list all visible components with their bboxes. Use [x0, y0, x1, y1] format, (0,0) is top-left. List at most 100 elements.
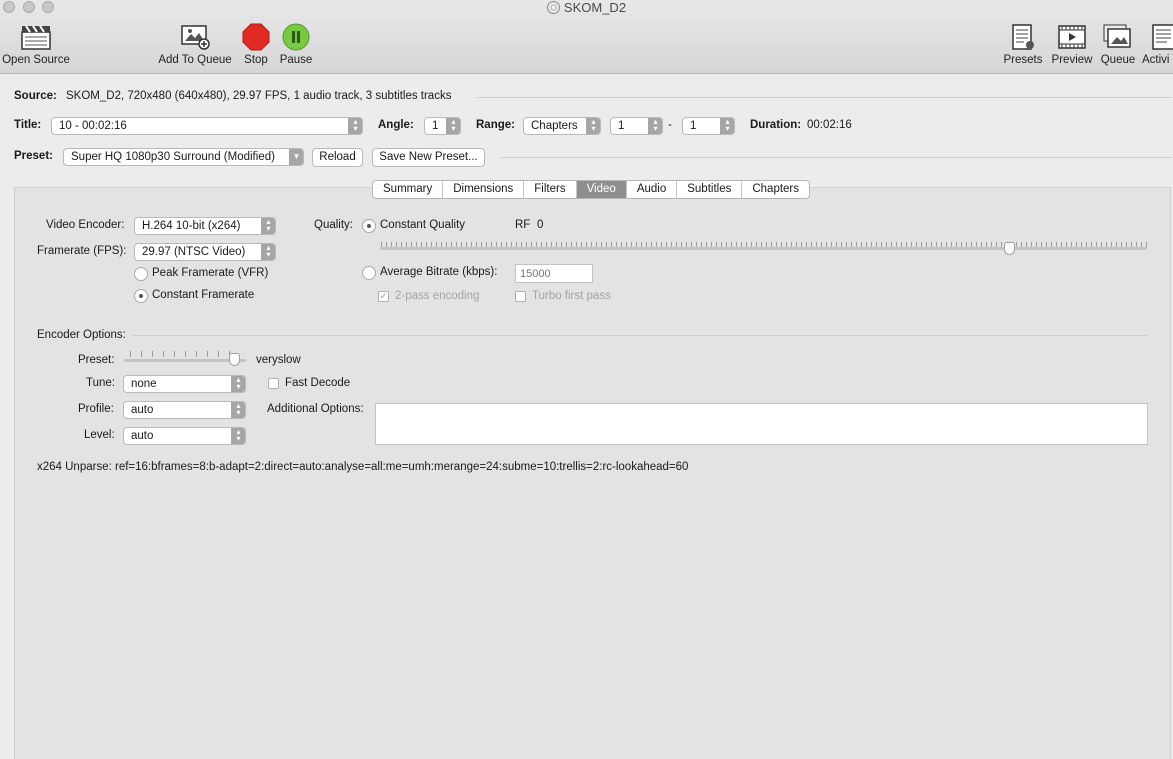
video-encoder-select[interactable]: H.264 10-bit (x264) ▴ ▾: [134, 217, 276, 235]
encoder-preset-slider-thumb[interactable]: [228, 353, 240, 366]
disc-icon: [546, 1, 560, 14]
title-select[interactable]: 10 - 00:02:16 ▴ ▾: [51, 117, 363, 135]
constant-quality-label: Constant Quality: [380, 219, 466, 231]
fast-decode-label: Fast Decode: [285, 377, 351, 389]
framerate-label: Framerate (FPS):: [37, 245, 127, 257]
open-source-label: Open Source: [2, 54, 70, 66]
range-label: Range:: [476, 119, 515, 131]
range-end-value: 1: [690, 120, 697, 132]
tune-select[interactable]: none ▴ ▾: [123, 375, 246, 393]
duration-label: Duration:: [750, 119, 802, 131]
stop-label: Stop: [244, 54, 268, 66]
quality-slider[interactable]: [380, 247, 1147, 250]
range-start-value: 1: [618, 120, 625, 132]
turbo-first-pass-label: Turbo first pass: [532, 290, 611, 302]
queue-label: Queue: [1100, 54, 1136, 66]
x264-unparse-text: x264 Unparse: ref=16:bframes=8:b-adapt=2…: [37, 461, 689, 473]
tab-bar: Summary Dimensions Filters Video Audio S…: [372, 180, 811, 199]
peak-framerate-radio[interactable]: [134, 267, 148, 281]
encoder-preset-value: veryslow: [256, 354, 301, 366]
chevron-down-icon: ▾: [289, 149, 303, 165]
stepper-arrows-icon: ▴ ▾: [446, 118, 460, 134]
queue-button[interactable]: Queue: [1098, 22, 1138, 66]
window-title-text: SKOM_D2: [563, 0, 627, 15]
open-source-button[interactable]: Open Source: [2, 22, 70, 66]
constant-quality-radio[interactable]: [362, 219, 376, 233]
presets-button[interactable]: Presets: [1002, 22, 1044, 66]
activity-icon: [1152, 24, 1173, 50]
quality-slider-thumb[interactable]: [1003, 242, 1015, 255]
profile-select-value: auto: [131, 404, 154, 416]
stop-icon: [242, 23, 270, 51]
angle-label: Angle:: [378, 119, 414, 131]
profile-label: Profile:: [78, 403, 114, 415]
stepper-arrows-icon: ▴ ▾: [648, 118, 662, 134]
framerate-select[interactable]: 29.97 (NTSC Video) ▴ ▾: [134, 243, 276, 261]
range-type-select[interactable]: Chapters ▴ ▾: [523, 117, 601, 135]
stepper-arrows-icon: ▴ ▾: [261, 218, 275, 234]
clapperboard-icon: [21, 25, 51, 50]
range-end-select[interactable]: 1 ▴ ▾: [682, 117, 735, 135]
preview-button[interactable]: Preview: [1049, 22, 1095, 66]
add-to-queue-icon: [181, 25, 210, 50]
average-bitrate-radio[interactable]: [362, 266, 376, 280]
additional-options-field[interactable]: [375, 403, 1148, 445]
turbo-first-pass-checkbox[interactable]: [515, 291, 526, 302]
window-title: SKOM_D2: [0, 0, 1173, 15]
preset-divider: [500, 157, 1171, 158]
source-value: SKOM_D2, 720x480 (640x480), 29.97 FPS, 1…: [66, 90, 452, 102]
level-select[interactable]: auto ▴ ▾: [123, 427, 246, 445]
encoder-preset-label: Preset:: [78, 354, 115, 366]
tab-video[interactable]: Video: [576, 181, 627, 198]
stepper-arrows-icon: ▴ ▾: [231, 402, 245, 418]
preset-select[interactable]: Super HQ 1080p30 Surround (Modified) ▾: [63, 148, 304, 166]
encoder-preset-slider[interactable]: [124, 359, 246, 362]
video-encoder-value: H.264 10-bit (x264): [142, 220, 241, 232]
preset-select-value: Super HQ 1080p30 Surround (Modified): [71, 151, 275, 163]
rf-value: 0: [537, 219, 544, 231]
stepper-arrows-icon: ▴ ▾: [348, 118, 362, 134]
presets-label: Presets: [1003, 54, 1043, 66]
stepper-arrows-icon: ▴ ▾: [261, 244, 275, 260]
angle-select-value: 1: [432, 120, 439, 132]
framerate-value: 29.97 (NTSC Video): [142, 246, 246, 258]
reload-button[interactable]: Reload: [312, 148, 363, 167]
tab-dimensions[interactable]: Dimensions: [443, 181, 525, 198]
duration-value: 00:02:16: [807, 119, 852, 131]
pause-button[interactable]: Pause: [277, 22, 315, 66]
title-select-value: 10 - 00:02:16: [59, 120, 127, 132]
level-select-value: auto: [131, 430, 154, 442]
range-type-value: Chapters: [531, 120, 578, 132]
queue-icon: [1103, 24, 1131, 48]
encoder-options-divider: [132, 335, 1148, 336]
tab-summary[interactable]: Summary: [373, 181, 444, 198]
tune-select-value: none: [131, 378, 157, 390]
stop-button[interactable]: Stop: [239, 22, 273, 66]
pause-icon: [282, 23, 310, 51]
rf-label: RF: [515, 219, 531, 231]
activity-button[interactable]: Activi: [1142, 22, 1173, 66]
add-to-queue-button[interactable]: Add To Queue: [156, 22, 234, 66]
constant-framerate-radio[interactable]: [134, 289, 148, 303]
tab-subtitles[interactable]: Subtitles: [677, 181, 743, 198]
stepper-arrows-icon: ▴ ▾: [720, 118, 734, 134]
bitrate-input[interactable]: [515, 264, 593, 283]
tab-filters[interactable]: Filters: [524, 181, 577, 198]
preview-icon: [1058, 25, 1086, 49]
tab-audio[interactable]: Audio: [627, 181, 678, 198]
source-divider: [476, 97, 1171, 98]
range-start-select[interactable]: 1 ▴ ▾: [610, 117, 663, 135]
angle-select[interactable]: 1 ▴ ▾: [424, 117, 461, 135]
save-new-preset-button[interactable]: Save New Preset...: [372, 148, 485, 167]
toolbar: SKOM_D2 Open Source Add To Queue Stop Pa…: [0, 0, 1173, 74]
preset-label: Preset:: [14, 150, 53, 162]
profile-select[interactable]: auto ▴ ▾: [123, 401, 246, 419]
pause-label: Pause: [279, 54, 313, 66]
add-to-queue-label: Add To Queue: [158, 54, 232, 66]
encoder-options-heading: Encoder Options:: [37, 329, 126, 341]
fast-decode-checkbox[interactable]: [268, 378, 279, 389]
two-pass-checkbox[interactable]: ✓: [378, 291, 389, 302]
tab-chapters[interactable]: Chapters: [742, 181, 809, 198]
two-pass-label: 2-pass encoding: [395, 290, 480, 302]
encoder-preset-slider-ticks: [130, 351, 240, 357]
